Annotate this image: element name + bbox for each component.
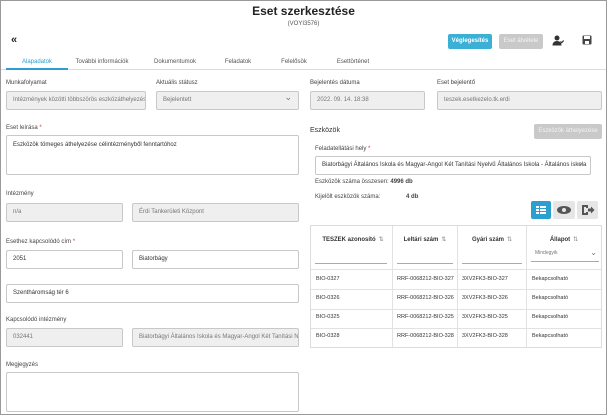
take-over-button: Eset átvétele: [499, 34, 543, 49]
institution-code-field: n/a: [6, 203, 123, 222]
tab-bar: Alapadatok További információk Dokumentu…: [1, 56, 606, 70]
table-cell: RRF-0068212-BIO-327: [397, 276, 454, 282]
tab-tovabbi-informaciok[interactable]: További információk: [69, 56, 135, 70]
report-date-field: 2022. 09. 14. 18:38: [310, 91, 425, 110]
status-select: Bejelentett: [156, 91, 299, 110]
table-cell: RRF-0068212-BIO-326: [397, 295, 454, 301]
save-icon[interactable]: [581, 35, 593, 47]
eye-icon[interactable]: [553, 201, 575, 219]
page-title: Eset szerkesztése: [252, 4, 355, 18]
table-cell: Bekapcsolható: [532, 276, 569, 282]
site-value: Biatorbágyi Általános Iskola és Magyar-A…: [322, 162, 587, 168]
related-institution-label: Kapcsolódó intézmény: [6, 317, 67, 323]
reporter-field: teszek.esetkezelo.tk.erdi: [437, 91, 602, 110]
finalize-button[interactable]: Véglegesítés: [448, 34, 492, 49]
table-cell: BIO-0328: [316, 333, 340, 339]
filter-state-select[interactable]: Mindegyik ⌄: [531, 248, 599, 262]
tab-alapadatok[interactable]: Alapadatok: [6, 56, 68, 70]
address-label: Esethez kapcsolódó cím *: [6, 239, 76, 245]
site-select[interactable]: Biatorbágyi Általános Iskola és Magyar-A…: [315, 156, 591, 175]
column-header-serial[interactable]: Gyári szám ⇅: [459, 236, 525, 243]
related-institution-name-field: Biatorbágyi Általános Iskola és Magyar-A…: [132, 328, 299, 347]
street-input[interactable]: Szentháromság tér 6: [6, 284, 299, 303]
table-cell: 3XV2FK3-BIO-327: [462, 276, 508, 282]
description-label: Eset leírása *: [6, 125, 42, 131]
table-cell: Bekapcsolható: [532, 333, 569, 339]
table-cell: BIO-0326: [316, 295, 340, 301]
tab-esettortenet[interactable]: Esettörténet: [326, 56, 380, 70]
description-textarea[interactable]: Eszközök tömeges áthelyezése célintézmén…: [6, 135, 299, 175]
selected-devices: Kijelölt eszközök száma: 4 db: [315, 194, 419, 200]
tab-feladatok[interactable]: Feladatok: [212, 56, 264, 70]
related-institution-code-field: 032441: [6, 328, 123, 347]
site-label: Feladatellátási hely *: [315, 146, 371, 152]
devices-table: TESZEK azonosító ⇅ Leltári szám ⇅ Gyári sz…: [310, 225, 602, 348]
status-value: Bejelentett: [163, 97, 192, 103]
case-id: (VOYI3576): [287, 21, 320, 27]
status-label: Aktuális státusz: [156, 80, 198, 86]
column-header-teszek[interactable]: TESZEK azonosító ⇅: [315, 236, 391, 243]
workflow-field: Intézmények közötti többszörös eszközáth…: [6, 91, 146, 110]
reporter-label: Eset bejelentő: [437, 80, 476, 86]
table-cell: 3XV2FK3-BIO-328: [462, 333, 508, 339]
filter-teszek-input[interactable]: [315, 254, 387, 264]
table-cell: RRF-0068212-BIO-328: [397, 333, 454, 339]
tab-dokumentumok[interactable]: Dokumentumok: [144, 56, 206, 70]
table-cell: Bekapcsolható: [532, 295, 569, 301]
note-label: Megjegyzés: [6, 362, 39, 368]
workflow-label: Munkafolyamat: [6, 80, 47, 86]
total-devices: Eszközök száma összesen: 4996 db: [315, 179, 413, 185]
city-input[interactable]: Biatorbágy: [132, 250, 299, 269]
table-cell: RRF-0068212-BIO-325: [397, 314, 454, 320]
table-cell: Bekapcsolható: [532, 314, 569, 320]
table-view-icon[interactable]: [531, 201, 551, 219]
double-chevron-left-icon[interactable]: «: [11, 34, 17, 46]
institution-name-field: Érdi Tankerületi Központ: [132, 203, 299, 222]
institution-label: Intézmény: [6, 191, 34, 197]
zip-input[interactable]: 2051: [6, 250, 123, 269]
devices-section-title: Eszközök: [310, 127, 340, 134]
report-date-label: Bejelentés dátuma: [310, 80, 360, 86]
column-header-state[interactable]: Állapot ⇅: [528, 236, 600, 243]
filter-serial-input[interactable]: [462, 254, 522, 264]
table-cell: 3XV2FK3-BIO-326: [462, 295, 508, 301]
filter-inventory-input[interactable]: [397, 254, 453, 264]
table-cell: 3XV2FK3-BIO-325: [462, 314, 508, 320]
note-textarea[interactable]: [6, 372, 299, 412]
table-cell: BIO-0327: [316, 276, 340, 282]
move-devices-button: Eszközök áthelyezése: [534, 124, 602, 139]
column-header-inventory[interactable]: Leltári szám ⇅: [394, 236, 456, 243]
table-cell: BIO-0325: [316, 314, 340, 320]
user-assign-icon[interactable]: [551, 35, 565, 47]
export-icon[interactable]: [577, 201, 598, 219]
tab-felelosok[interactable]: Felelősök: [271, 56, 317, 70]
